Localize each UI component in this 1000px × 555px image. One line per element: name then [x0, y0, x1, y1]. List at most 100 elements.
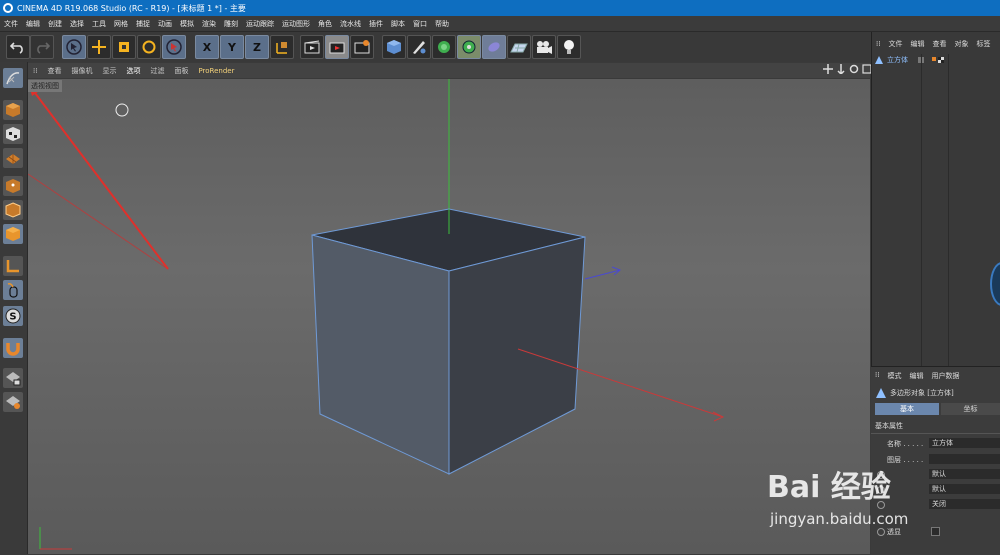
menu-window[interactable]: 窗口 — [409, 19, 431, 29]
menu-mesh[interactable]: 网格 — [110, 19, 132, 29]
render-to-picture-viewer-button[interactable] — [325, 35, 349, 59]
axis-l-icon — [6, 260, 19, 273]
make-editable-button[interactable] — [3, 68, 23, 88]
z-axis-button[interactable]: Z — [245, 35, 269, 59]
am-layer-field[interactable] — [929, 454, 1000, 464]
viewport-menu-cameras[interactable]: 摄像机 — [66, 66, 97, 76]
am-render-visible-field[interactable]: 默认 — [929, 484, 1000, 494]
am-name-field[interactable]: 立方体 — [929, 438, 1000, 448]
camera-button[interactable] — [532, 35, 556, 59]
am-menu-userdata[interactable]: 用户数据 — [927, 371, 963, 381]
am-menu: ⁞⁞ 模式 编辑 用户数据 — [871, 371, 1000, 381]
model-mode-button[interactable] — [3, 100, 23, 120]
menu-render[interactable]: 渲染 — [198, 19, 220, 29]
subdivision-surface-button[interactable] — [432, 35, 456, 59]
object-row-cube[interactable]: 立方体 — [874, 54, 1000, 66]
menu-mograph[interactable]: 运动图形 — [278, 19, 314, 29]
om-divider — [921, 54, 922, 366]
menu-tools[interactable]: 工具 — [88, 19, 110, 29]
menu-script[interactable]: 脚本 — [387, 19, 409, 29]
menu-animate[interactable]: 动画 — [154, 19, 176, 29]
move-button[interactable] — [87, 35, 111, 59]
menu-help[interactable]: 帮助 — [431, 19, 453, 29]
deformer-button[interactable] — [482, 35, 506, 59]
edges-mode-button[interactable] — [3, 200, 23, 220]
cube-icon — [387, 40, 401, 54]
rotate-view-icon[interactable] — [849, 64, 859, 74]
perspective-viewport[interactable] — [28, 79, 870, 554]
menu-plugins[interactable]: 插件 — [365, 19, 387, 29]
recent-tool-button[interactable] — [162, 35, 186, 59]
x-axis-button[interactable]: X — [195, 35, 219, 59]
am-transparency-checkbox[interactable] — [931, 527, 940, 536]
om-menu-tags[interactable]: 标签 — [972, 39, 994, 49]
undo-button[interactable] — [6, 35, 30, 59]
om-menu-objects[interactable]: 对象 — [950, 39, 972, 49]
am-menu-edit[interactable]: 编辑 — [905, 371, 927, 381]
pan-icon[interactable] — [823, 64, 833, 74]
planar-workplane-button[interactable] — [3, 392, 23, 412]
viewport-menu-display[interactable]: 显示 — [97, 66, 121, 76]
array-button[interactable] — [457, 35, 481, 59]
viewport-menu-filter[interactable]: 过滤 — [145, 66, 169, 76]
floor-icon — [510, 43, 528, 53]
object-visibility-icon[interactable] — [918, 55, 946, 65]
menu-select[interactable]: 选择 — [66, 19, 88, 29]
am-menu-mode[interactable]: 模式 — [883, 371, 905, 381]
window-title: CINEMA 4D R19.068 Studio (RC - R19) - [未… — [17, 3, 246, 13]
pen-spline-button[interactable] — [407, 35, 431, 59]
viewport-menu-bar: ⁞⁞ 查看 摄像机 显示 选项 过滤 面板 ProRender — [28, 63, 870, 78]
tab-basic[interactable]: 基本 — [875, 403, 939, 415]
recent-tool-icon — [166, 39, 182, 55]
rotate-button[interactable] — [137, 35, 161, 59]
cube-object-button[interactable] — [382, 35, 406, 59]
locked-workplane-button[interactable] — [3, 368, 23, 388]
menu-edit[interactable]: 编辑 — [22, 19, 44, 29]
om-menu-edit[interactable]: 编辑 — [906, 39, 928, 49]
menu-snap[interactable]: 捕捉 — [132, 19, 154, 29]
floor-button[interactable] — [507, 35, 531, 59]
menu-file[interactable]: 文件 — [0, 19, 22, 29]
render-view-button[interactable] — [300, 35, 324, 59]
am-display-color-field[interactable]: 关闭 — [929, 499, 1000, 509]
viewport-label: 透视视图 — [28, 80, 62, 92]
menu-pipeline[interactable]: 流水线 — [336, 19, 365, 29]
workplane-button[interactable] — [3, 148, 23, 168]
selection-arrow-icon — [66, 39, 82, 55]
menu-motion-tracking[interactable]: 运动跟踪 — [242, 19, 278, 29]
viewport-menu-panel[interactable]: 面板 — [169, 66, 193, 76]
scale-button[interactable] — [112, 35, 136, 59]
tweak-mode-button[interactable] — [3, 280, 23, 300]
polygon-object-title-icon — [876, 388, 886, 398]
om-menu-file[interactable]: 文件 — [884, 39, 906, 49]
coordinate-system-icon — [276, 42, 287, 54]
viewport-menu-prorender[interactable]: ProRender — [193, 67, 239, 75]
tab-coord[interactable]: 坐标 — [941, 403, 1000, 415]
live-selection-button[interactable] — [62, 35, 86, 59]
polygons-mode-button[interactable] — [3, 224, 23, 244]
zoom-icon[interactable] — [836, 64, 846, 74]
polygons-cube-icon — [6, 227, 20, 241]
om-menu-view[interactable]: 查看 — [928, 39, 950, 49]
coordinate-system-button[interactable] — [270, 35, 294, 59]
render-picture-icon — [329, 42, 345, 54]
y-axis-button[interactable]: Y — [220, 35, 244, 59]
watermark-url: jingyan.baidu.com — [770, 510, 909, 528]
menu-sculpt[interactable]: 雕刻 — [220, 19, 242, 29]
viewport-menu-options[interactable]: 选项 — [121, 66, 145, 76]
menu-create[interactable]: 创建 — [44, 19, 66, 29]
menu-simulate[interactable]: 模拟 — [176, 19, 198, 29]
texture-mode-button[interactable] — [3, 124, 23, 144]
am-divider — [871, 433, 1000, 434]
solo-button[interactable]: S — [3, 306, 23, 326]
light-button[interactable] — [557, 35, 581, 59]
points-mode-button[interactable] — [3, 176, 23, 196]
menu-character[interactable]: 角色 — [314, 19, 336, 29]
enable-axis-button[interactable] — [3, 256, 23, 276]
am-editor-visible-field[interactable]: 默认 — [929, 469, 1000, 479]
snap-button[interactable] — [3, 338, 23, 358]
edges-cube-icon — [5, 202, 21, 218]
viewport-menu-view[interactable]: 查看 — [42, 66, 66, 76]
render-settings-button[interactable] — [350, 35, 374, 59]
redo-button[interactable] — [30, 35, 54, 59]
